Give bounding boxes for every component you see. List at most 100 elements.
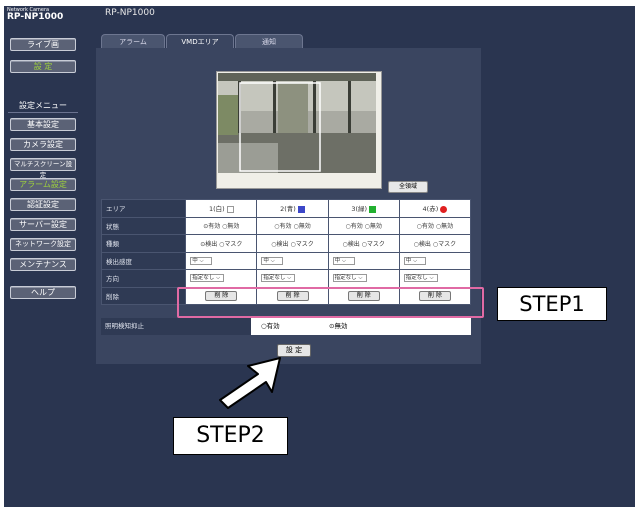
sensitivity-label: 検出感度: [100, 251, 187, 270]
step1-callout: STEP1: [497, 287, 607, 321]
suppression-on-radio[interactable]: ○有効: [261, 318, 280, 335]
direction-value: 指定なし: [405, 275, 428, 282]
area-label: エリア: [100, 199, 187, 218]
sensitivity-select[interactable]: 中 ⌵: [190, 256, 213, 265]
lighting-suppression-label: 照明検知抑止: [101, 318, 251, 335]
full-area-button[interactable]: 全領域: [388, 181, 428, 193]
direction-label: 方向: [100, 269, 187, 288]
sidebar-item-network[interactable]: ネットワーク設定: [10, 238, 76, 251]
direction-row: 方向 指定なし ⌵ 指定なし ⌵ 指定なし ⌵ 指定なし ⌵: [100, 269, 472, 288]
type-detect: 検出: [418, 240, 431, 248]
sensitivity-3-cell: 中 ⌵: [327, 251, 400, 270]
sidebar-item-multiscreen[interactable]: マルチスクリーン設定: [10, 158, 76, 179]
type-detect: 検出: [276, 240, 289, 248]
status-on: 有効: [350, 223, 363, 231]
area-1: 1(白): [185, 199, 258, 218]
step2-callout: STEP2: [173, 417, 288, 455]
sidebar-item-auth[interactable]: 認証設定: [10, 198, 76, 211]
status-row: 状態 ⊙有効 ○無効 ○有効 ○無効 ○有効 ○無効 ○有効 ○無効: [100, 216, 472, 235]
camera-image[interactable]: [216, 71, 382, 189]
type-detect: 検出: [205, 240, 218, 248]
status-off: 無効: [227, 223, 240, 231]
suppression-off-radio[interactable]: ⊙無効: [329, 318, 347, 335]
direction-3-cell: 指定なし ⌵: [327, 269, 400, 288]
type-detect: 検出: [347, 240, 360, 248]
tab-vmd-area[interactable]: VMDエリア: [166, 34, 234, 48]
green-square-icon: [369, 205, 377, 213]
sensitivity-value: 中: [334, 257, 341, 264]
sensitivity-4-cell: 中 ⌵: [398, 251, 472, 270]
sidebar-item-alarm[interactable]: アラーム設定: [10, 178, 76, 191]
suppression-on-label: 有効: [266, 322, 280, 330]
sidebar-item-camera[interactable]: カメラ設定: [10, 138, 76, 151]
direction-value: 指定なし: [334, 275, 357, 282]
type-mask: マスク: [366, 240, 385, 248]
sidebar: ライブ画 設 定 設定メニュー 基本設定 カメラ設定 マルチスクリーン設定 アラ…: [4, 6, 82, 507]
sensitivity-select[interactable]: 中 ⌵: [403, 256, 426, 265]
type-mask: マスク: [224, 240, 243, 248]
status-2[interactable]: ○有効 ○無効: [256, 216, 329, 235]
area-2-label: 2(青): [280, 205, 296, 214]
status-on: 有効: [279, 223, 292, 231]
area-4: 4(赤): [398, 199, 472, 218]
status-on: 有効: [421, 223, 434, 231]
white-square-icon: [226, 205, 234, 213]
direction-select[interactable]: 指定なし ⌵: [332, 274, 367, 283]
sensitivity-value: 中: [192, 257, 198, 264]
type-2[interactable]: ○検出 ○マスク: [256, 234, 329, 253]
status-label: 状態: [100, 216, 187, 235]
blue-square-icon: [297, 205, 305, 213]
type-label: 種類: [100, 234, 187, 253]
sensitivity-value: 中: [405, 257, 412, 264]
status-3[interactable]: ○有効 ○無効: [327, 216, 400, 235]
direction-select[interactable]: 指定なし ⌵: [403, 274, 438, 283]
type-row: 種類 ⊙検出 ○マスク ○検出 ○マスク ○検出 ○マスク ○検出 ○マスク: [100, 234, 472, 253]
area-row: エリア 1(白) 2(青) 3(緑) 4(赤): [100, 199, 472, 218]
lighting-suppression-row: 照明検知抑止 ○有効 ⊙無効: [101, 318, 471, 335]
tab-notify[interactable]: 通知: [235, 34, 303, 48]
area-2: 2(青): [256, 199, 329, 218]
sidebar-item-basic[interactable]: 基本設定: [10, 118, 76, 131]
sensitivity-2-cell: 中 ⌵: [256, 251, 329, 270]
direction-value: 指定なし: [263, 275, 286, 282]
type-1[interactable]: ⊙検出 ○マスク: [185, 234, 258, 253]
step1-highlight: [177, 287, 484, 318]
page-title: RP-NP1000: [105, 8, 155, 18]
type-4[interactable]: ○検出 ○マスク: [398, 234, 472, 253]
status-off: 無効: [441, 223, 454, 231]
suppression-off-label: 無効: [334, 322, 348, 330]
direction-1-cell: 指定なし ⌵: [185, 269, 258, 288]
sidebar-item-maintenance[interactable]: メンテナンス: [10, 258, 76, 271]
sensitivity-select[interactable]: 中 ⌵: [332, 256, 355, 265]
direction-4-cell: 指定なし ⌵: [398, 269, 472, 288]
type-mask: マスク: [438, 240, 457, 248]
direction-value: 指定なし: [192, 275, 215, 282]
sensitivity-select[interactable]: 中 ⌵: [261, 256, 284, 265]
sensitivity-value: 中: [263, 257, 269, 264]
status-1[interactable]: ⊙有効 ○無効: [185, 216, 258, 235]
status-on: 有効: [208, 223, 221, 231]
sidebar-item-help[interactable]: ヘルプ: [10, 286, 76, 299]
direction-select[interactable]: 指定なし ⌵: [190, 274, 225, 283]
red-heart-icon: [440, 205, 448, 213]
live-button[interactable]: ライブ画: [10, 38, 76, 51]
direction-select[interactable]: 指定なし ⌵: [261, 274, 296, 283]
setup-button[interactable]: 設 定: [10, 60, 76, 73]
direction-2-cell: 指定なし ⌵: [256, 269, 329, 288]
status-4[interactable]: ○有効 ○無効: [398, 216, 472, 235]
area-3-label: 3(緑): [351, 205, 368, 214]
type-3[interactable]: ○検出 ○マスク: [327, 234, 400, 253]
area-1-label: 1(白): [208, 205, 225, 214]
status-off: 無効: [298, 223, 311, 231]
tab-alarm[interactable]: アラーム: [101, 34, 165, 48]
lighting-suppression-options: ○有効 ⊙無効: [251, 318, 471, 335]
status-off: 無効: [369, 223, 382, 231]
area-4-label: 4(赤): [422, 205, 439, 214]
sidebar-item-server[interactable]: サーバー設定: [10, 218, 76, 231]
camera-view[interactable]: [218, 73, 376, 173]
sensitivity-row: 検出感度 中 ⌵ 中 ⌵ 中 ⌵ 中 ⌵: [100, 251, 472, 270]
area-3: 3(緑): [327, 199, 400, 218]
type-mask: マスク: [295, 240, 314, 248]
sensitivity-1-cell: 中 ⌵: [185, 251, 258, 270]
arrow-icon: [219, 357, 281, 409]
